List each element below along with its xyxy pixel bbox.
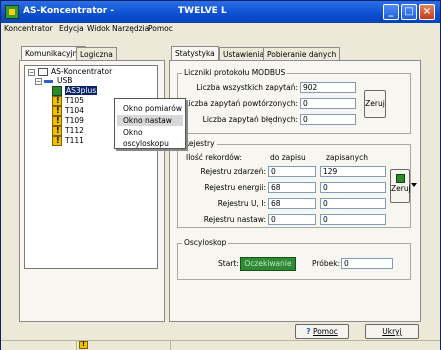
label-error-requests: Liczba zapytań błędnych: <box>202 115 298 124</box>
device-tree[interactable]: − AS-Koncentrator − USB AS3plus T105 T10… <box>24 65 158 269</box>
status-cell <box>1 341 77 350</box>
title-bar[interactable]: AS-Koncentrator - TWELVE L _ □ × <box>1 1 440 23</box>
registers-reset-button[interactable]: Zeruj <box>390 169 411 203</box>
context-item-oscilloscope[interactable]: Okno oscyloskopu <box>117 127 183 148</box>
close-button[interactable]: × <box>419 4 435 20</box>
status-cell <box>91 341 171 350</box>
modbus-reset-button[interactable]: Zeruj <box>364 90 386 118</box>
app-icon <box>5 5 19 19</box>
ui-register-to-write[interactable]: 68 <box>268 198 316 209</box>
window-title-extra: TWELVE L <box>178 6 227 16</box>
device-icon <box>396 174 405 183</box>
device-icon <box>52 86 62 96</box>
warning-icon <box>52 106 62 116</box>
oscilloscope-start-status[interactable]: Oczekiwanie <box>240 257 296 271</box>
help-button[interactable]: ? Pomoc <box>295 324 349 339</box>
help-icon: ? <box>306 327 311 336</box>
left-panel: Komunikacyjna Logiczna − AS-Koncentrator… <box>19 46 165 322</box>
menu-pomoc[interactable]: Pomoc <box>148 24 173 33</box>
registers-to-write-header: do zapisu <box>270 153 306 162</box>
oscilloscope-samples-field[interactable]: 0 <box>341 258 393 269</box>
label-settings-register: Rejestru nastaw: <box>203 215 266 224</box>
expand-root-icon[interactable]: − <box>28 69 35 76</box>
registers-group: Rejestry Ilość rekordów: do zapisu zapis… <box>177 139 417 228</box>
tab-logiczna[interactable]: Logiczna <box>76 47 117 61</box>
registers-group-title: Rejestry <box>182 139 217 148</box>
oscilloscope-group-title: Oscyloskop <box>182 238 229 247</box>
menu-edycja[interactable]: Edycja <box>59 24 84 33</box>
tree-item-t105[interactable]: T105 <box>65 96 84 105</box>
oscilloscope-group: Oscyloskop Start: Oczekiwanie Próbek: 0 <box>177 238 411 280</box>
right-panel: Statystyka Ustawienia Pobieranie danych … <box>169 46 421 339</box>
total-requests-field[interactable]: 902 <box>300 82 356 93</box>
oscilloscope-samples-label: Próbek: <box>312 259 341 268</box>
window-title: AS-Koncentrator - <box>23 6 115 16</box>
tab-pobieranie-danych[interactable]: Pobieranie danych <box>263 47 341 61</box>
tree-item-as3plus[interactable]: AS3plus <box>65 86 98 95</box>
minimize-button[interactable]: _ <box>383 4 399 20</box>
energy-register-written[interactable]: 0 <box>320 182 386 193</box>
context-item-measurements[interactable]: Okno pomiarów <box>117 103 183 114</box>
registers-reset-label: Zeruj <box>391 184 411 193</box>
label-repeated-requests: Liczba zapytań powtórzonych: <box>184 99 298 108</box>
oscilloscope-start-label: Start: <box>218 259 239 268</box>
menu-widok[interactable]: Widok <box>87 24 110 33</box>
label-energy-register: Rejestru energii: <box>204 183 266 192</box>
tab-ustawienia[interactable]: Ustawienia <box>219 47 269 61</box>
label-total-requests: Liczba wszystkich zapytań: <box>196 83 298 92</box>
error-requests-field[interactable]: 0 <box>300 114 356 125</box>
label-ui-register: Rejestru U, I: <box>217 199 266 208</box>
context-menu: Okno pomiarów Okno nastaw Okno oscylosko… <box>114 98 186 149</box>
event-register-to-write[interactable]: 0 <box>268 166 316 177</box>
concentrator-icon <box>38 68 48 76</box>
tree-item-t112[interactable]: T112 <box>65 126 84 135</box>
menu-bar: Koncentrator Edycja Widok Narzędzia Pomo… <box>1 23 440 36</box>
maximize-button[interactable]: □ <box>401 4 417 20</box>
tab-statystyka[interactable]: Statystyka <box>171 46 219 61</box>
warning-icon <box>52 136 62 146</box>
main-window: AS-Koncentrator - TWELVE L _ □ × Koncent… <box>0 0 441 350</box>
energy-register-to-write[interactable]: 68 <box>268 182 316 193</box>
status-warning-icon: ! <box>79 341 88 349</box>
expand-usb-icon[interactable]: − <box>35 78 42 85</box>
registers-written-header: zapisanych <box>326 153 368 162</box>
modbus-counters-group: Liczniki protokołu MODBUS Liczba wszystk… <box>177 68 411 134</box>
tree-item-t111[interactable]: T111 <box>65 136 84 145</box>
settings-register-to-write[interactable]: 0 <box>268 214 316 225</box>
tree-root-label[interactable]: AS-Koncentrator <box>51 67 112 76</box>
menu-koncentrator[interactable]: Koncentrator <box>4 24 53 33</box>
dropdown-arrow-icon[interactable] <box>411 183 417 187</box>
tree-item-t109[interactable]: T109 <box>65 116 84 125</box>
settings-register-written[interactable]: 0 <box>320 214 386 225</box>
label-event-register: Rejestru zdarzeń: <box>200 167 266 176</box>
hide-button[interactable]: Ukryj <box>365 324 419 339</box>
tree-item-t104[interactable]: T104 <box>65 106 84 115</box>
warning-icon <box>52 126 62 136</box>
warning-icon <box>52 116 62 126</box>
tree-usb-label[interactable]: USB <box>57 76 72 85</box>
event-register-written[interactable]: 129 <box>320 166 386 177</box>
status-bar: ! <box>1 340 440 350</box>
warning-icon <box>52 96 62 106</box>
menu-narzedzia[interactable]: Narzędzia <box>112 24 149 33</box>
help-button-label: Pomoc <box>312 327 338 336</box>
context-item-settings[interactable]: Okno nastaw <box>117 115 183 126</box>
repeated-requests-field[interactable]: 0 <box>300 98 356 109</box>
usb-icon <box>44 77 54 86</box>
modbus-group-title: Liczniki protokołu MODBUS <box>182 68 288 77</box>
registers-records-header: Ilość rekordów: <box>186 153 243 162</box>
ui-register-written[interactable]: 0 <box>320 198 386 209</box>
